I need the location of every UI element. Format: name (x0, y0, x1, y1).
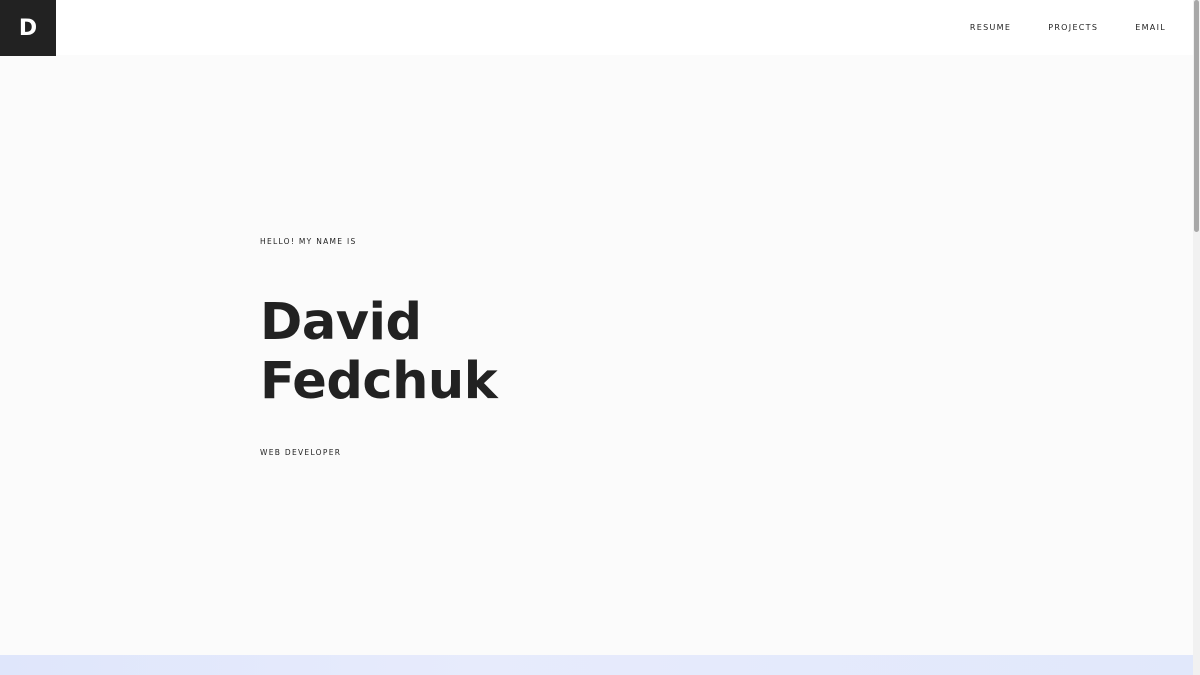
nav-link-email[interactable]: EMAIL (1135, 22, 1166, 34)
logo-button[interactable]: D (0, 0, 56, 56)
top-navigation-bar: D RESUME PROJECTS EMAIL (0, 0, 1193, 56)
scrollbar-thumb[interactable] (1194, 0, 1199, 232)
scrollbar[interactable] (1193, 0, 1200, 675)
logo-letter: D (18, 15, 38, 41)
hero-role: WEB DEVELOPER (260, 448, 342, 457)
page: D RESUME PROJECTS EMAIL HELLO! MY NAME I… (0, 0, 1200, 675)
main-nav: RESUME PROJECTS EMAIL (970, 22, 1166, 34)
next-section-preview (0, 655, 1193, 675)
nav-link-resume[interactable]: RESUME (970, 22, 1011, 34)
hero-greeting: HELLO! MY NAME IS (260, 237, 357, 246)
hero-first-name: David (260, 293, 422, 352)
hero-section: HELLO! MY NAME IS David Fedchuk WEB DEVE… (260, 236, 498, 459)
nav-link-projects[interactable]: PROJECTS (1048, 22, 1098, 34)
hero-last-name: Fedchuk (260, 352, 498, 411)
hero-name: David Fedchuk (260, 293, 498, 411)
